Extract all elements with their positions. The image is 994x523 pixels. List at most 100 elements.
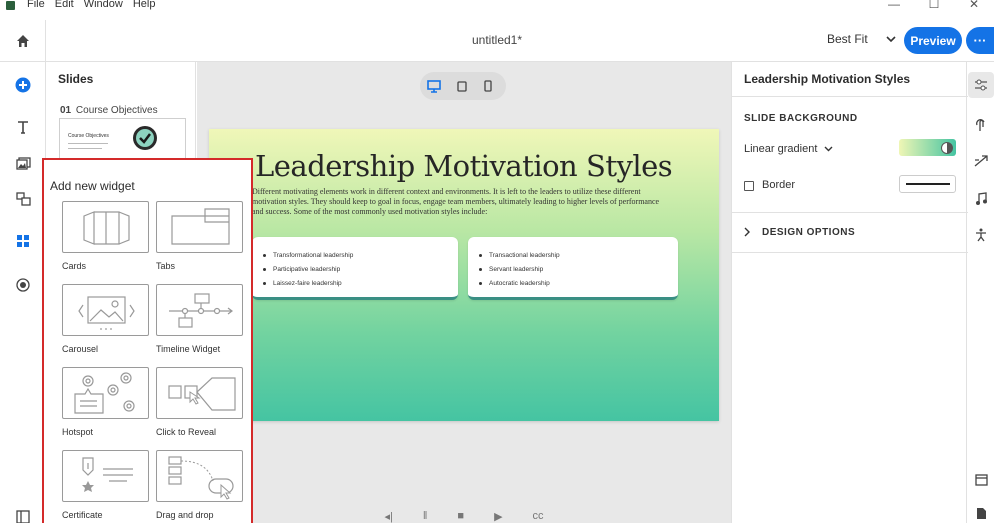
- touch-icon: [976, 119, 985, 131]
- widgets-tool-button[interactable]: [0, 226, 46, 256]
- device-switcher: [420, 72, 506, 100]
- media-tool-button[interactable]: [0, 148, 46, 178]
- accessibility-tab[interactable]: [968, 222, 994, 248]
- gradient-swatch[interactable]: [899, 139, 956, 156]
- pause-icon[interactable]: ‖: [423, 510, 428, 523]
- file-tab[interactable]: [968, 500, 994, 523]
- maximize-button[interactable]: ☐: [914, 0, 954, 17]
- check-badge-icon: [133, 126, 157, 150]
- border-line-preview: [905, 183, 950, 185]
- image-icon: [15, 156, 31, 170]
- layout-tab[interactable]: [968, 467, 994, 493]
- mobile-view-button[interactable]: [480, 78, 496, 94]
- effects-tab[interactable]: [968, 148, 994, 174]
- border-checkbox[interactable]: [744, 181, 754, 191]
- slide-heading[interactable]: Leadership Motivation Styles: [255, 149, 673, 183]
- slide-label: 01 Course Objectives: [60, 105, 158, 116]
- previous-icon[interactable]: ◂|: [384, 510, 392, 523]
- audio-tab[interactable]: [968, 186, 994, 212]
- divider: [732, 96, 968, 97]
- menu-help[interactable]: Help: [133, 0, 156, 10]
- slides-panel-title: Slides: [58, 72, 94, 86]
- menu-window[interactable]: Window: [84, 0, 123, 10]
- add-widget-title: Add new widget: [50, 179, 135, 193]
- preview-button[interactable]: Preview: [904, 27, 962, 54]
- widget-certificate-tile[interactable]: [62, 450, 149, 502]
- widget-hotspot-tile[interactable]: [62, 367, 149, 419]
- music-note-icon: [976, 192, 987, 205]
- widget-carousel-label: Carousel: [62, 344, 99, 354]
- properties-panel: Leadership Motivation Styles SLIDE BACKG…: [731, 62, 968, 523]
- certificate-icon: [82, 457, 133, 492]
- widget-cards-label: Cards: [62, 261, 87, 271]
- tablet-view-button[interactable]: [454, 78, 470, 94]
- close-button[interactable]: ✕: [954, 0, 994, 17]
- list-item: Participative leadership: [263, 263, 353, 277]
- divider: [732, 252, 968, 253]
- gradient-type-icon[interactable]: [941, 141, 953, 154]
- design-options-toggle[interactable]: DESIGN OPTIONS: [744, 227, 855, 238]
- widget-click-to-reveal-label: Click to Reveal: [156, 427, 217, 437]
- properties-tab[interactable]: [968, 72, 994, 98]
- mobile-icon: [484, 80, 492, 92]
- minimize-button[interactable]: —: [874, 0, 914, 17]
- zoom-fit-select[interactable]: Best Fit: [827, 32, 896, 46]
- list-item: Transformational leadership: [263, 249, 353, 263]
- slide-body-text[interactable]: Different motivating elements work in di…: [252, 187, 672, 217]
- add-button[interactable]: [0, 70, 46, 100]
- fill-type-label: Linear gradient: [744, 143, 818, 155]
- text-tool-button[interactable]: [0, 112, 46, 142]
- widget-drag-and-drop-tile[interactable]: [156, 450, 243, 502]
- left-toolbar: [0, 62, 46, 523]
- stop-icon[interactable]: ■: [457, 510, 464, 523]
- list-item: Laissez-faire leadership: [263, 277, 353, 291]
- triggers-tab[interactable]: [968, 112, 994, 138]
- properties-title: Leadership Motivation Styles: [744, 72, 911, 86]
- widget-hotspot-label: Hotspot: [62, 427, 94, 437]
- record-tool-button[interactable]: [0, 270, 46, 300]
- interactions-tool-button[interactable]: [0, 184, 46, 214]
- border-style-picker[interactable]: [899, 175, 956, 193]
- widget-timeline-tile[interactable]: [156, 284, 243, 336]
- tabs-icon: [171, 208, 230, 245]
- layout-icon: [974, 474, 988, 486]
- chevron-right-icon: [744, 227, 750, 237]
- menu-file[interactable]: File: [27, 0, 45, 10]
- more-options-button[interactable]: ···: [966, 27, 994, 54]
- shapes-icon: [15, 192, 31, 206]
- plus-circle-icon: [15, 77, 31, 93]
- border-label: Border: [762, 179, 796, 191]
- hotspot-icon: [74, 372, 135, 414]
- bullet-list-right: Transactional leadership Servant leaders…: [479, 249, 560, 291]
- widget-cards-tile[interactable]: [62, 201, 149, 253]
- fill-type-dropdown[interactable]: Linear gradient: [744, 143, 833, 155]
- widget-tabs-label: Tabs: [156, 261, 176, 271]
- widgets-icon: [17, 235, 29, 247]
- effects-icon: [974, 155, 988, 167]
- playback-bar: ◂| ‖ ■ ▶ cc: [197, 510, 731, 523]
- slide-thumbnail-title: Course Objectives: [68, 133, 109, 139]
- text-icon: [18, 121, 28, 134]
- widget-tabs-tile[interactable]: [156, 201, 243, 253]
- zoom-fit-label: Best Fit: [827, 32, 868, 46]
- menu-edit[interactable]: Edit: [55, 0, 74, 10]
- list-item: Autocratic leadership: [479, 277, 560, 291]
- file-icon: [976, 507, 986, 519]
- content-card-left[interactable]: Transformational leadership Participativ…: [252, 237, 458, 300]
- chevron-down-icon: [886, 36, 896, 42]
- widget-carousel-tile[interactable]: [62, 284, 149, 336]
- panel-toggle-button[interactable]: [0, 502, 46, 523]
- slide-background-label: SLIDE BACKGROUND: [744, 113, 858, 124]
- content-card-right[interactable]: Transactional leadership Servant leaders…: [468, 237, 678, 300]
- play-icon[interactable]: ▶: [494, 510, 502, 523]
- thumbnail-text-line: [68, 148, 102, 149]
- desktop-view-button[interactable]: [426, 78, 442, 94]
- app-icon: [6, 0, 15, 10]
- accessibility-icon: [976, 228, 986, 242]
- captions-icon[interactable]: cc: [533, 510, 544, 523]
- slide[interactable]: Leadership Motivation Styles Different m…: [209, 129, 719, 421]
- home-button[interactable]: [0, 20, 46, 62]
- tablet-icon: [457, 80, 467, 92]
- panel-icon: [16, 510, 30, 523]
- widget-click-to-reveal-tile[interactable]: [156, 367, 243, 419]
